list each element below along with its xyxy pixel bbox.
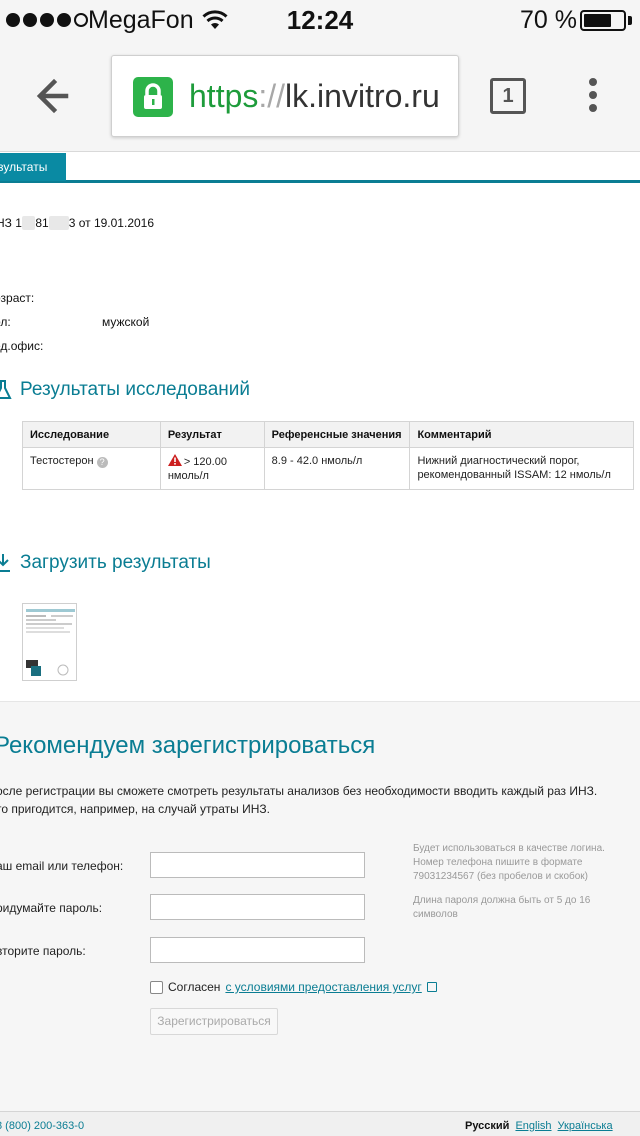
cell-reference: 8.9 - 42.0 нмоль/л — [263, 447, 411, 490]
table-header-row: Исследование Результат Референсные значе… — [22, 421, 634, 448]
secure-lock-icon — [133, 77, 173, 117]
back-arrow-icon[interactable] — [30, 72, 82, 120]
header-reference: Референсные значения — [263, 421, 411, 448]
password-hint: Длина пароля должна быть от 5 до 16 симв… — [413, 895, 591, 920]
tab-switcher-button[interactable]: 1 — [490, 78, 526, 114]
lang-ukrainian[interactable]: Українська — [558, 1120, 613, 1132]
browser-toolbar: https://lk.invitro.ru 1 — [0, 40, 640, 152]
footer: 8 (800) 200-363-0 Русский English Українсь… — [0, 1111, 640, 1136]
age-label: озраст: — [0, 291, 35, 305]
login-label: аш email или телефон: — [0, 859, 124, 873]
redacted-digits: 00 — [21, 216, 36, 230]
download-heading: Загрузить результаты — [0, 552, 211, 574]
url-scheme: https — [189, 78, 259, 114]
sex-label: ол: — [0, 315, 11, 329]
pdf-thumbnail[interactable] — [22, 603, 77, 681]
battery-icon — [580, 10, 626, 31]
lang-russian: Русский — [465, 1120, 510, 1132]
terms-link[interactable]: с условиями предоставления услуг — [225, 980, 421, 994]
agree-checkbox[interactable] — [150, 980, 163, 994]
status-bar: MegaFon 12:24 70 % — [0, 0, 640, 40]
repeat-password-label: вторите пароль: — [0, 944, 86, 958]
battery-percent: 70 % — [520, 6, 577, 34]
results-table: Исследование Результат Референсные значе… — [22, 421, 634, 490]
download-icon — [0, 554, 10, 572]
password-input[interactable] — [150, 894, 365, 920]
page-tabs: зультаты — [0, 153, 640, 183]
password-label: ридумайте пароль: — [0, 901, 103, 915]
register-button[interactable]: Зарегистрироваться — [150, 1008, 278, 1035]
url-host: lk.invitro.ru — [285, 78, 440, 114]
office-label: ед.офис: — [0, 339, 44, 353]
results-heading: Результаты исследований — [0, 379, 250, 401]
login-input[interactable] — [150, 852, 365, 878]
header-comment: Комментарий — [409, 421, 634, 448]
redacted-digits: 000 — [48, 216, 69, 230]
agree-row: Согласен с условиями предоставления услу… — [150, 980, 437, 994]
order-number: НЗ 100810003 от 19.01.2016 — [0, 216, 155, 230]
cell-comment: Нижний диагностический порог, рекомендов… — [409, 447, 634, 490]
warning-icon — [167, 454, 182, 466]
url-text: https://lk.invitro.ru — [189, 78, 440, 115]
header-result: Результат — [159, 421, 265, 448]
agree-text: Согласен — [168, 980, 221, 994]
web-page: зультаты НЗ 100810003 от 19.01.2016 озра… — [0, 153, 640, 1136]
flask-icon — [0, 380, 12, 399]
battery-tip — [628, 16, 632, 25]
lang-english[interactable]: English — [515, 1120, 551, 1132]
table-row: Тестостерон? > 120.00 нмоль/л 8.9 - 42.0… — [22, 447, 634, 490]
address-bar[interactable]: https://lk.invitro.ru — [111, 55, 459, 137]
download-title[interactable]: Загрузить результаты — [20, 552, 211, 574]
registration-title: Рекомендуем зарегистрироваться — [0, 732, 376, 759]
footer-phone[interactable]: 8 (800) 200-363-0 — [0, 1120, 84, 1132]
results-title: Результаты исследований — [20, 379, 251, 400]
sex-value: мужской — [102, 315, 150, 329]
cell-result: > 120.00 нмоль/л — [159, 447, 265, 490]
tab-results[interactable]: зультаты — [0, 153, 66, 181]
registration-description: осле регистрации вы сможете смотреть рез… — [0, 784, 598, 816]
repeat-password-input[interactable] — [150, 937, 365, 963]
registration-panel: Рекомендуем зарегистрироваться осле реги… — [0, 701, 640, 1111]
login-hint: Будет использоваться в качестве логина. … — [413, 843, 605, 882]
header-test: Исследование — [22, 421, 161, 448]
overflow-menu-icon[interactable] — [585, 78, 601, 116]
external-link-icon[interactable] — [426, 982, 437, 992]
language-switcher: Русский English Українська — [465, 1120, 613, 1132]
url-separator: :// — [258, 78, 286, 114]
help-icon[interactable]: ? — [96, 457, 108, 468]
cell-test: Тестостерон? — [22, 447, 161, 490]
